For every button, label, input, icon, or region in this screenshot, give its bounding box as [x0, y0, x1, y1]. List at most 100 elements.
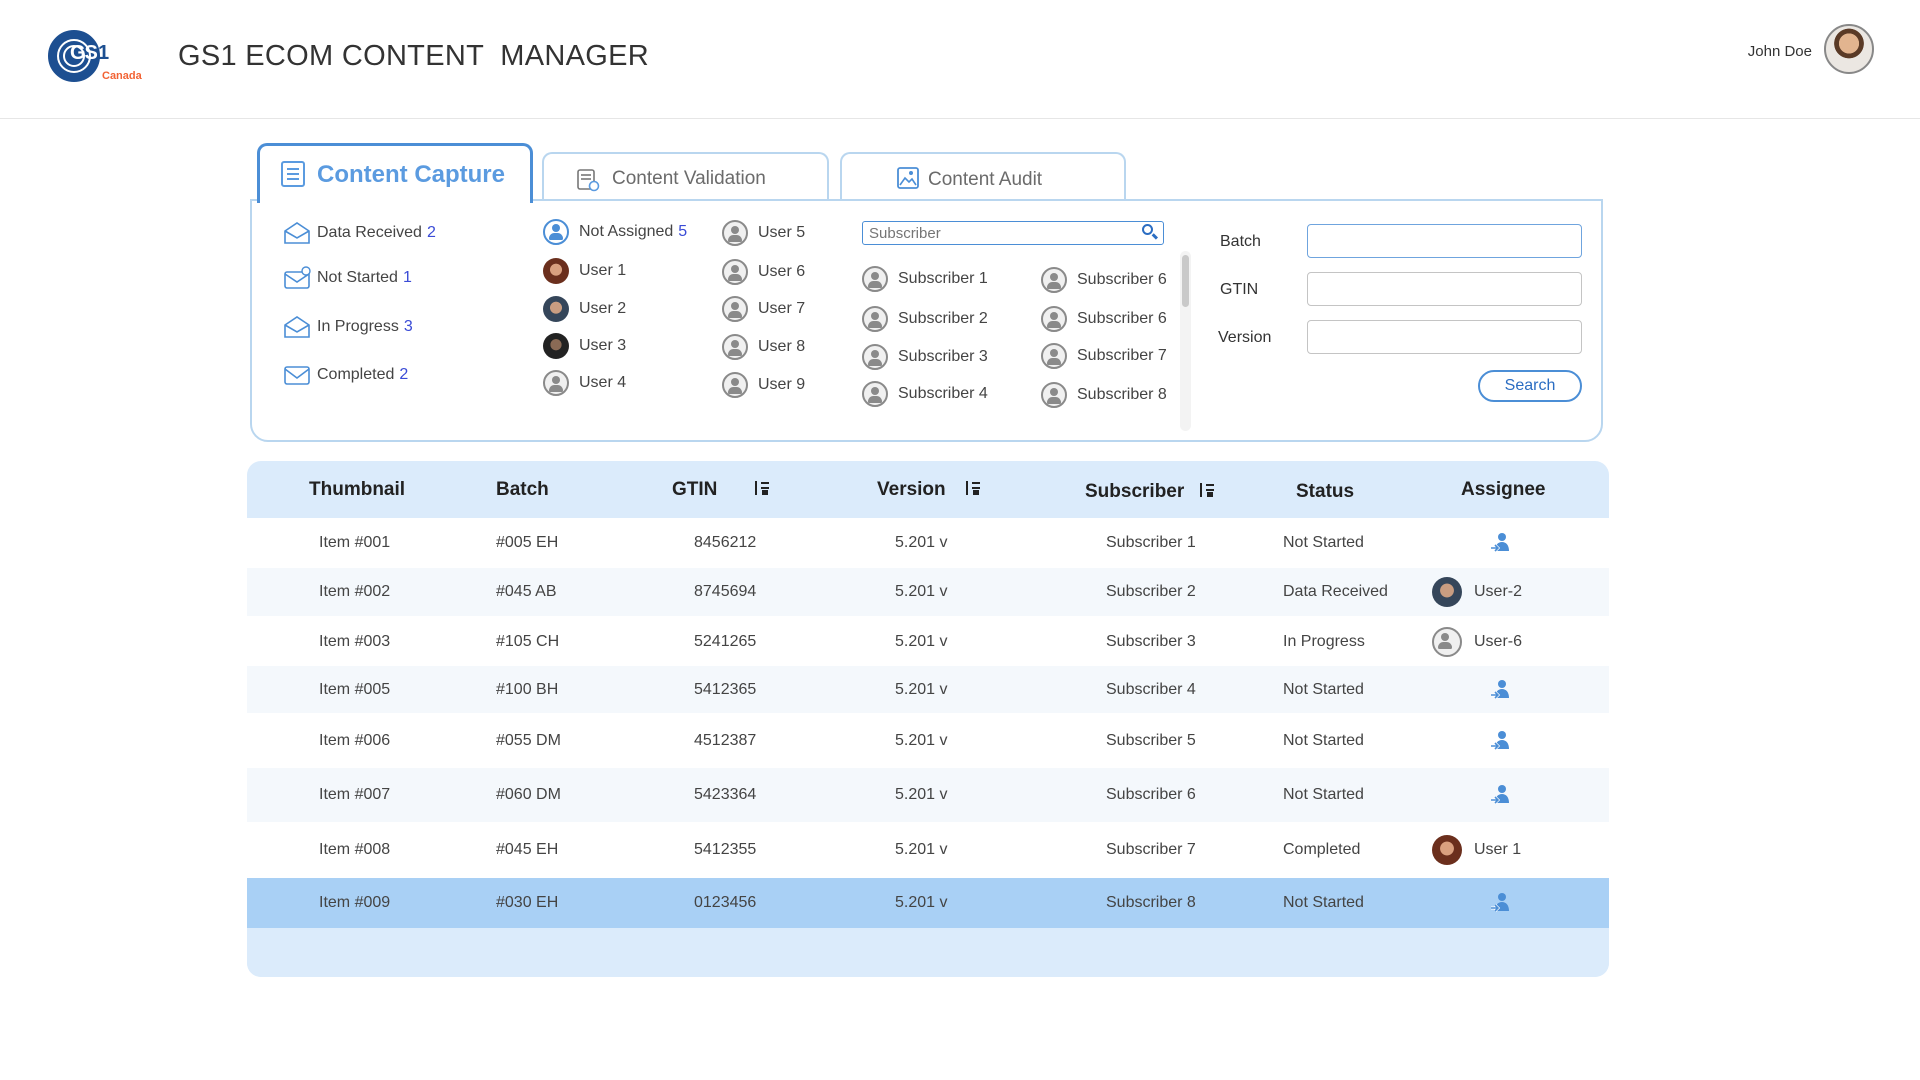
user-label: User 5	[758, 224, 806, 241]
header-thumbnail: Thumbnail	[309, 479, 406, 500]
assign-user-icon[interactable]	[1489, 678, 1513, 702]
header-gtin-label: GTIN	[672, 479, 718, 500]
cell-status: Not Started	[1283, 731, 1364, 749]
cell-thumbnail: Item #008	[319, 841, 391, 858]
table-row[interactable]: Item #006 #055 DM 4512387 5.201 v Subscriber…	[247, 713, 1609, 768]
tab-label: Content Validation	[612, 168, 766, 189]
table-row[interactable]: Item #008 #045 EH 5412355 5.201 v Subscriber…	[247, 822, 1609, 878]
app-title: GS1 ECOM CONTENT MANAGER	[178, 40, 650, 72]
envelope-icon	[284, 366, 310, 385]
user-filter-4[interactable]: User 4	[543, 370, 626, 396]
tab-label: Content Capture	[317, 161, 505, 188]
cell-version: 5.201 v	[895, 894, 948, 911]
subscriber-filter-4[interactable]: Subscriber 4	[862, 381, 988, 407]
user-filter-2[interactable]: User 2	[543, 296, 626, 322]
header-gtin[interactable]: GTIN	[672, 479, 771, 501]
tab-content-capture[interactable]: Content Capture	[257, 143, 533, 203]
assign-user-icon[interactable]	[1489, 729, 1513, 753]
user-label: User 8	[758, 338, 806, 355]
subscriber-filter-6[interactable]: Subscriber 6	[1041, 267, 1167, 293]
table-row[interactable]: Item #007 #060 DM 5423364 5.201 v Subscriber…	[247, 768, 1609, 822]
subscriber-label: Subscriber 2	[898, 310, 988, 327]
cell-gtin: 4512387	[694, 731, 757, 749]
tab-content-validation[interactable]: Content Validation	[542, 152, 829, 200]
table-row[interactable]: Item #002 #045 AB 8745694 5.201 v Subscriber…	[247, 568, 1609, 616]
user-label: User 6	[758, 263, 806, 280]
table-row[interactable]: Item #005 #100 BH 5412365 5.201 v Subscriber…	[247, 666, 1609, 714]
assign-user-icon[interactable]	[1489, 891, 1513, 915]
subscriber-filter-8[interactable]: Subscriber 8	[1041, 382, 1167, 408]
scrollbar-thumb[interactable]	[1182, 255, 1189, 307]
status-in-progress[interactable]: In Progress 3	[283, 315, 413, 339]
sort-icon[interactable]	[964, 480, 982, 498]
user-filter-not-assigned[interactable]: Not Assigned 5	[543, 219, 687, 245]
subscriber-search-input[interactable]	[862, 221, 1164, 245]
user-filter-7[interactable]: User 7	[722, 296, 805, 322]
avatar	[1432, 835, 1462, 865]
subscriber-filter-6b[interactable]: Subscriber 6	[1041, 306, 1167, 332]
header-subscriber-label: Subscriber	[1085, 481, 1185, 502]
user-name[interactable]: John Doe	[1700, 43, 1812, 60]
subscriber-label: Subscriber 8	[1077, 386, 1167, 403]
cell-subscriber: Subscriber 4	[1106, 681, 1196, 698]
status-count: 1	[402, 269, 412, 286]
subscriber-scrollbar[interactable]	[1180, 251, 1191, 431]
user-avatar[interactable]	[1824, 24, 1874, 74]
cell-status: Not Started	[1283, 681, 1364, 698]
cell-status: Not Started	[1283, 786, 1364, 803]
cell-subscriber: Subscriber 7	[1106, 841, 1196, 858]
status-label: Data Received	[317, 224, 422, 241]
user-filter-5[interactable]: User 5	[722, 220, 805, 246]
table-row[interactable]: Item #003 #105 CH 5241265 5.201 v Subscriber…	[247, 616, 1609, 668]
subscriber-filter-1[interactable]: Subscriber 1	[862, 266, 988, 292]
header-subscriber[interactable]: Subscriber	[1085, 481, 1216, 503]
sort-icon[interactable]	[753, 480, 771, 498]
cell-batch: #005 EH	[496, 534, 559, 551]
user-avatar-icon	[1041, 306, 1067, 332]
avatar	[1432, 627, 1462, 657]
search-icon[interactable]	[1142, 224, 1153, 235]
cell-status: In Progress	[1283, 633, 1365, 650]
cell-subscriber: Subscriber 1	[1106, 534, 1196, 551]
assign-user-icon[interactable]	[1489, 531, 1513, 555]
cell-version: 5.201 v	[895, 681, 948, 698]
header-version-label: Version	[877, 479, 946, 500]
search-button[interactable]: Search	[1478, 370, 1582, 402]
sort-icon[interactable]	[1198, 482, 1216, 500]
gs1-logo[interactable]: GS 1 Canada	[48, 28, 148, 88]
user-avatar-icon	[722, 220, 748, 246]
assignee[interactable]: User-6	[1432, 627, 1522, 657]
status-completed[interactable]: Completed 2	[283, 363, 408, 387]
cell-batch: #045 AB	[496, 583, 557, 600]
user-label: User 9	[758, 376, 806, 393]
tab-content-audit[interactable]: Content Audit	[840, 152, 1126, 200]
header-version[interactable]: Version	[877, 479, 982, 501]
gtin-input[interactable]	[1307, 272, 1582, 306]
user-filter-1[interactable]: User 1	[543, 258, 626, 284]
table-row[interactable]: Item #001 #005 EH 8456212 5.201 v Subscriber…	[247, 518, 1609, 568]
cell-batch: #060 DM	[496, 786, 561, 803]
subscriber-filter-3[interactable]: Subscriber 3	[862, 344, 988, 370]
user-label: Not Assigned	[579, 223, 674, 240]
status-not-started[interactable]: Not Started 1	[283, 266, 412, 290]
cell-batch: #105 CH	[496, 633, 560, 650]
status-label: Not Started	[317, 269, 398, 286]
subscriber-filter-7[interactable]: Subscriber 7	[1041, 343, 1167, 369]
batch-input[interactable]	[1307, 224, 1582, 258]
user-filter-6[interactable]: User 6	[722, 259, 805, 285]
cell-thumbnail: Item #003	[319, 633, 391, 650]
table-footer	[247, 934, 1609, 977]
version-input[interactable]	[1307, 320, 1582, 354]
user-avatar-icon	[1041, 382, 1067, 408]
status-data-received[interactable]: Data Received 2	[283, 221, 436, 245]
assignee[interactable]: User-2	[1432, 577, 1522, 607]
assignee[interactable]: User 1	[1432, 835, 1521, 865]
user-filter-8[interactable]: User 8	[722, 334, 805, 360]
table-row[interactable]: Item #009 #030 EH 0123456 5.201 v Subscriber…	[247, 878, 1609, 928]
subscriber-filter-2[interactable]: Subscriber 2	[862, 306, 988, 332]
user-filter-3[interactable]: User 3	[543, 333, 626, 359]
cell-thumbnail: Item #001	[319, 534, 391, 551]
user-filter-9[interactable]: User 9	[722, 372, 805, 398]
assign-user-icon[interactable]	[1489, 783, 1513, 807]
logo-sub: Canada	[102, 70, 142, 82]
